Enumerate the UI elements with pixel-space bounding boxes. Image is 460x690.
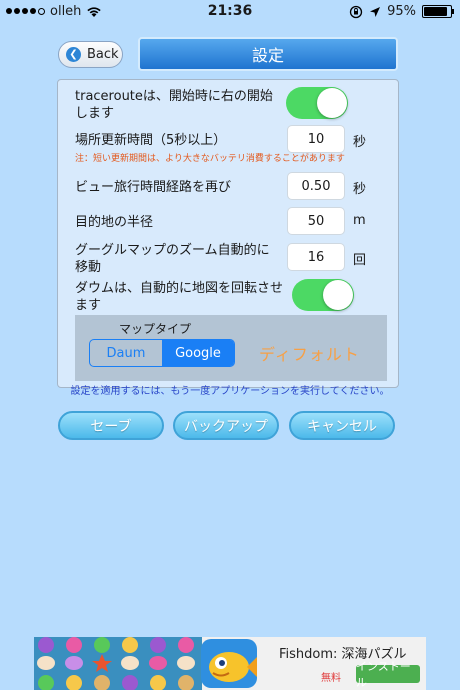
settings-panel: tracerouteは、開始時に右の開始します 場所更新時間（5秒以上） 10 …	[57, 79, 399, 388]
ad-banner[interactable]: Fishdom: 深海パズル 無料 インストール	[34, 637, 426, 690]
battery-percent: 95%	[387, 4, 416, 19]
location-arrow-icon	[370, 6, 381, 17]
zoom-label: グーグルマップのズーム自動的に移動	[75, 243, 270, 275]
apply-settings-note: 設定を適用するには、もう一度アプリケーションを実行してください。	[70, 386, 390, 397]
fish-app-icon	[201, 639, 257, 688]
ad-price: 無料	[321, 673, 341, 684]
view-route-input[interactable]: 0.50	[287, 172, 345, 200]
save-button[interactable]: セーブ	[58, 411, 164, 440]
view-route-unit: 秒	[353, 182, 367, 197]
page-title: 設定	[138, 37, 398, 71]
view-route-label: ビュー旅行時間経路を再び	[75, 180, 232, 195]
puzzle-gems-image	[34, 637, 202, 690]
battery-level	[424, 7, 447, 16]
radius-input[interactable]: 50	[287, 207, 345, 235]
radius-label: 目的地の半径	[75, 215, 154, 230]
status-right: 95%	[349, 4, 454, 19]
ad-install-button[interactable]: インストール	[356, 660, 420, 689]
ad-game-artwork	[34, 637, 202, 690]
update-interval-note: 注：短い更新期間は、より大きなバッテリ消費することがあります	[75, 154, 345, 164]
radius-unit: m	[353, 213, 366, 228]
status-bar: olleh 21:36 95%	[0, 0, 460, 24]
map-type-option-google[interactable]: Google	[162, 340, 234, 366]
back-button-label: Back	[87, 47, 119, 62]
chevron-left-icon: ❮	[66, 47, 81, 62]
rotation-lock-icon	[349, 5, 363, 18]
map-type-option-daum[interactable]: Daum	[90, 340, 162, 366]
traceroute-toggle[interactable]	[286, 87, 348, 119]
zoom-unit: 回	[353, 253, 367, 268]
zoom-input[interactable]: 16	[287, 243, 345, 271]
traceroute-label: tracerouteは、開始時に右の開始します	[75, 89, 273, 121]
daum-rotate-toggle[interactable]	[292, 279, 354, 311]
update-interval-unit: 秒	[353, 135, 367, 150]
toggle-knob	[317, 88, 347, 118]
backup-button[interactable]: バックアップ	[173, 411, 279, 440]
map-type-segmented-control: Daum Google	[89, 339, 235, 367]
map-type-label: マップタイプ	[119, 322, 192, 336]
default-button[interactable]: ディフォルト	[243, 339, 376, 367]
update-interval-input[interactable]: 10	[287, 125, 345, 153]
battery-icon	[422, 5, 454, 18]
update-interval-label: 場所更新時間（5秒以上）	[75, 133, 227, 148]
cancel-button[interactable]: キャンセル	[289, 411, 395, 440]
back-button[interactable]: ❮ Back	[58, 41, 123, 68]
daum-rotate-label: ダウムは、自動的に地図を回転させます	[75, 281, 284, 313]
map-type-section: マップタイプ Daum Google ディフォルト	[75, 315, 387, 381]
toggle-knob	[323, 280, 353, 310]
